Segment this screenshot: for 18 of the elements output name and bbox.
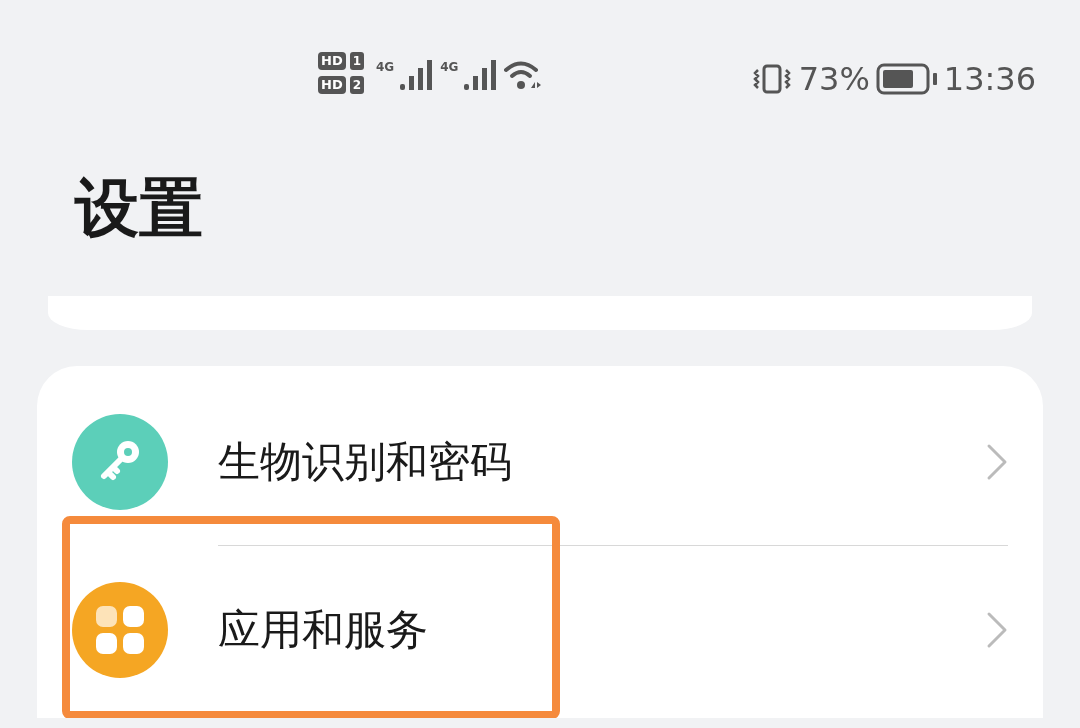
sim-badge: HD [318,76,346,94]
network-type: 4G [440,60,459,74]
sim-slot: 1 [349,52,365,70]
sim-badge: HD [318,52,346,70]
status-time: 13:36 [943,60,1036,98]
page-title: 设置 [75,170,203,247]
chevron-right-icon [986,443,1008,481]
wifi-icon [504,60,543,90]
battery-icon [875,63,938,95]
settings-item-label[interactable]: 生物识别和密码 [218,436,986,488]
battery-percent: 73% [798,60,870,98]
signal-icon [464,60,499,90]
vibrate-icon [752,64,793,94]
chevron-right-icon [986,611,1008,649]
network-type: 4G [376,60,395,74]
settings-item-label[interactable]: 应用和服务 [218,604,986,656]
signal-icon [400,60,435,90]
sim-slot: 2 [349,76,365,94]
